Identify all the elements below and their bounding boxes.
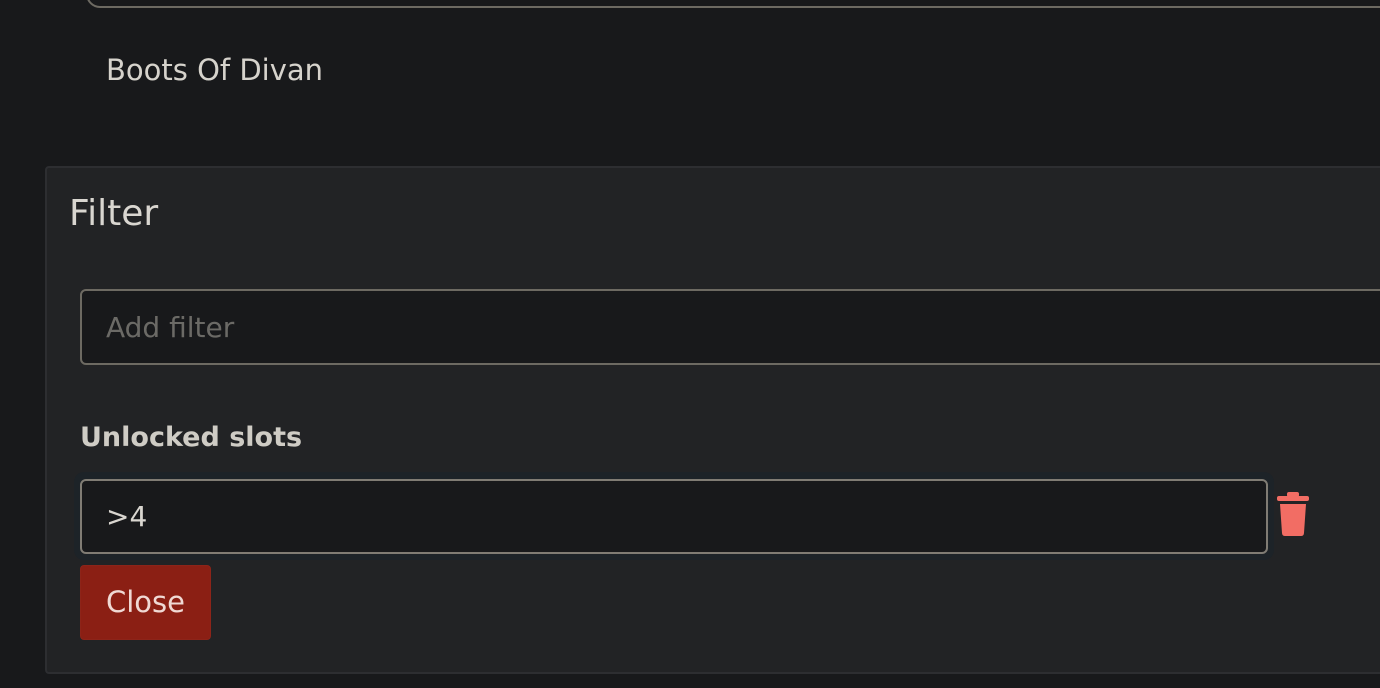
filter-panel: Filter Unlocked slots Close xyxy=(45,166,1380,674)
result-item-name[interactable]: Boots Of Divan xyxy=(106,50,323,90)
add-filter-input[interactable] xyxy=(80,289,1380,365)
filter-panel-title: Filter xyxy=(69,193,159,234)
close-button[interactable]: Close xyxy=(80,565,211,640)
filter-label-unlocked-slots: Unlocked slots xyxy=(80,422,303,453)
search-input[interactable] xyxy=(86,0,1380,8)
unlocked-slots-input[interactable] xyxy=(80,479,1268,554)
trash-icon[interactable] xyxy=(1276,492,1310,536)
